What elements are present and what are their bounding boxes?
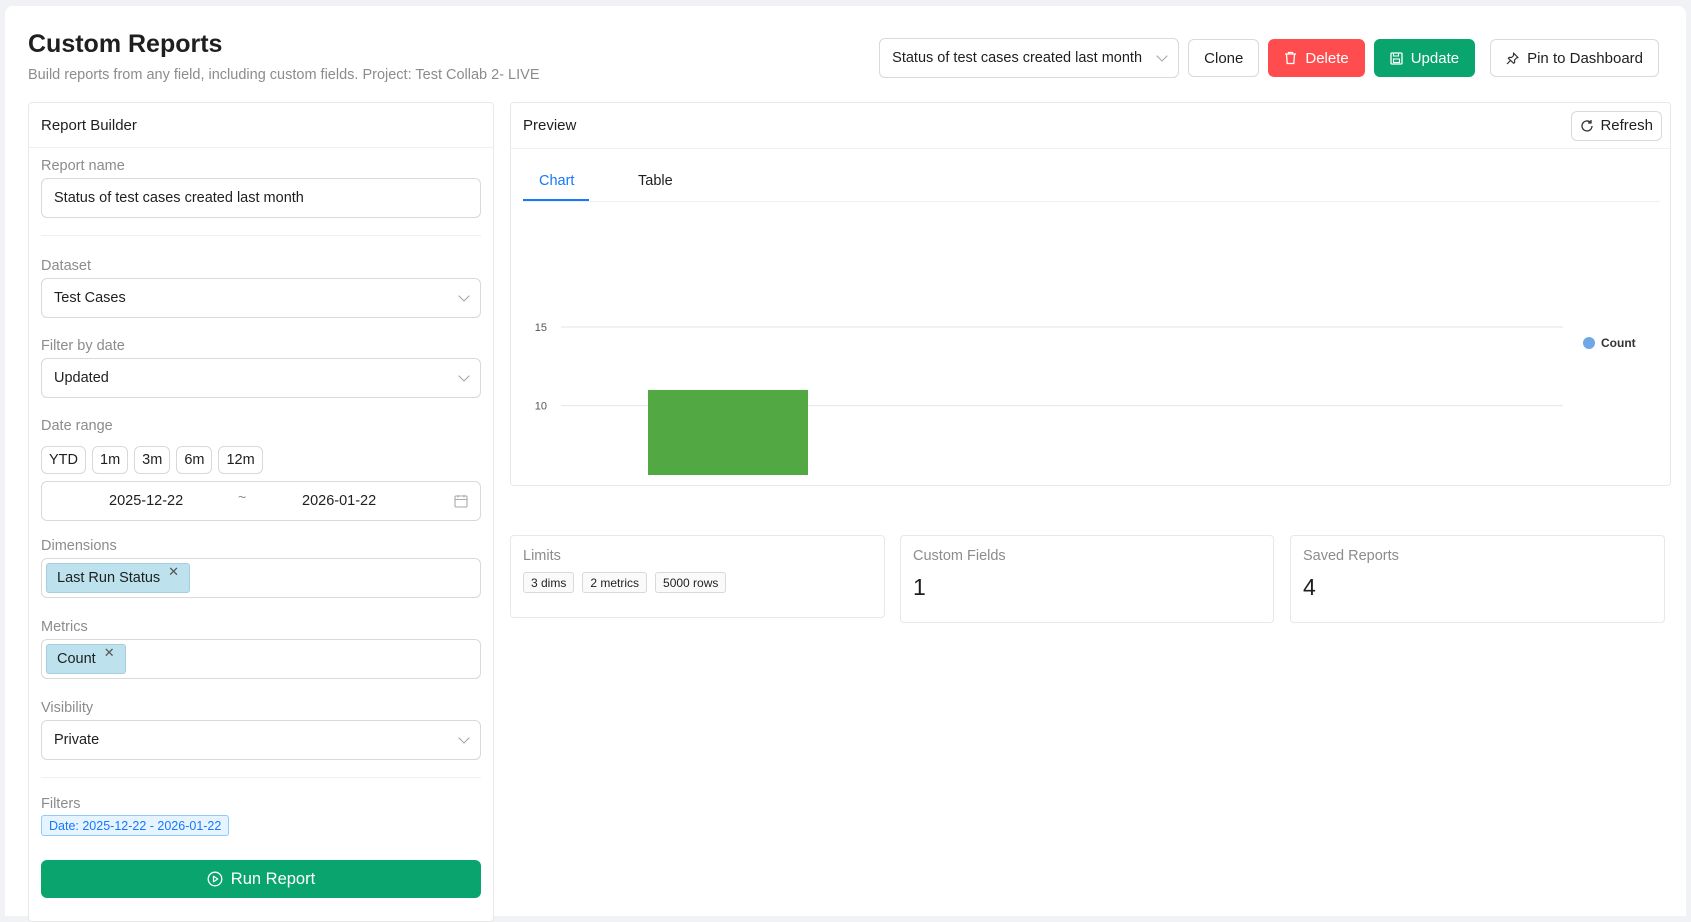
delete-label: Delete (1305, 49, 1349, 67)
run-report-button[interactable]: Run Report (41, 860, 481, 898)
chevron-down-icon (458, 370, 470, 382)
date-end[interactable]: 2026-01-22 (302, 493, 376, 509)
delete-button[interactable]: Delete (1268, 39, 1365, 77)
visibility-label: Visibility (41, 700, 94, 716)
page-title: Custom Reports (28, 30, 223, 58)
visibility-select[interactable]: Private (41, 720, 481, 760)
custom-fields-value: 1 (913, 574, 926, 600)
limit-tag: 5000 rows (655, 572, 727, 593)
dimensions-label: Dimensions (41, 538, 117, 554)
refresh-icon (1581, 119, 1594, 132)
limits-row: 3 dims 2 metrics 5000 rows (523, 572, 872, 593)
report-builder-heading: Report Builder (29, 103, 493, 148)
preview-panel: Preview Refresh Chart Table 051015passed… (510, 102, 1671, 486)
chevron-down-icon (1156, 50, 1168, 62)
play-circle-icon (207, 871, 223, 887)
custom-fields-card: Custom Fields 1 (900, 535, 1274, 623)
clone-button[interactable]: Clone (1188, 39, 1260, 77)
clone-label: Clone (1204, 49, 1244, 67)
dimensions-select[interactable]: Last Run Status ✕ (41, 558, 481, 598)
dataset-label: Dataset (41, 258, 91, 274)
pin-to-dashboard-button[interactable]: Pin to Dashboard (1490, 39, 1659, 77)
preview-tabs: Chart Table (523, 160, 1660, 202)
metrics-label: Metrics (41, 619, 88, 635)
refresh-button[interactable]: Refresh (1571, 110, 1662, 141)
date-range-presets: YTD 1m 3m 6m 12m (41, 446, 263, 474)
chevron-down-icon (458, 732, 470, 744)
report-builder-panel: Report Builder Report name Status of tes… (28, 102, 494, 922)
range-1m-button[interactable]: 1m (92, 446, 129, 474)
update-label: Update (1410, 49, 1460, 67)
legend-dot (1583, 337, 1595, 349)
saved-reports-card: Saved Reports 4 (1290, 535, 1665, 623)
metric-tag-label: Count (57, 651, 96, 667)
bar-chart: 051015passedfailedunexecutedCount (535, 322, 1636, 475)
limit-tag: 2 metrics (582, 572, 648, 593)
preview-heading: Preview (523, 117, 577, 134)
range-3m-button[interactable]: 3m (134, 446, 171, 474)
date-separator: ~ (238, 489, 247, 505)
refresh-label: Refresh (1600, 117, 1653, 134)
divider (41, 777, 481, 778)
close-icon[interactable]: ✕ (168, 564, 179, 580)
page-subtitle: Build reports from any field, including … (28, 67, 540, 83)
close-icon[interactable]: ✕ (104, 645, 115, 661)
date-range-label: Date range (41, 418, 113, 434)
date-filter-chip[interactable]: Date: 2025-12-22 - 2026-01-22 (41, 815, 230, 836)
report-name-label: Report name (41, 158, 125, 174)
legend-label: Count (1601, 336, 1636, 350)
calendar-icon (454, 495, 468, 508)
chevron-down-icon (458, 290, 470, 302)
pin-label: Pin to Dashboard (1527, 49, 1643, 67)
y-tick-label: 15 (535, 322, 547, 334)
pin-icon (1506, 51, 1519, 64)
y-tick-label: 10 (535, 401, 547, 413)
filters-label: Filters (41, 796, 81, 812)
tab-chart[interactable]: Chart (539, 160, 574, 202)
filter-by-date-select[interactable]: Updated (41, 358, 481, 398)
filter-by-date-value: Updated (54, 370, 109, 386)
page: Custom Reports Build reports from any fi… (5, 6, 1686, 922)
run-report-label: Run Report (230, 869, 316, 888)
range-12m-button[interactable]: 12m (218, 446, 263, 474)
dimension-tag: Last Run Status ✕ (46, 563, 191, 593)
visibility-value: Private (54, 732, 100, 748)
limits-title: Limits (523, 548, 561, 564)
dataset-value: Test Cases (54, 290, 126, 306)
save-icon (1390, 51, 1403, 65)
report-name-value: Status of test cases created last month (54, 190, 304, 206)
tab-table[interactable]: Table (638, 160, 673, 202)
custom-fields-title: Custom Fields (913, 548, 1006, 564)
metrics-select[interactable]: Count ✕ (41, 639, 481, 679)
metric-tag: Count ✕ (46, 644, 126, 674)
dimension-tag-label: Last Run Status (57, 570, 161, 586)
dataset-select[interactable]: Test Cases (41, 278, 481, 318)
report-name-input[interactable]: Status of test cases created last month (41, 178, 481, 218)
divider (41, 235, 481, 236)
saved-reports-title: Saved Reports (1303, 548, 1399, 564)
limits-card: Limits 3 dims 2 metrics 5000 rows (510, 535, 885, 618)
date-start[interactable]: 2025-12-22 (109, 493, 183, 509)
filter-by-date-label: Filter by date (41, 338, 125, 354)
bar-passed (648, 389, 808, 475)
trash-icon (1285, 51, 1297, 65)
active-tab-indicator (523, 199, 589, 201)
date-range-picker[interactable]: 2025-12-22 ~ 2026-01-22 (41, 481, 481, 521)
update-button[interactable]: Update (1373, 39, 1476, 77)
limit-tag: 3 dims (523, 572, 575, 593)
range-ytd-button[interactable]: YTD (41, 446, 86, 474)
toolbar: Status of test cases created last month … (879, 38, 1659, 78)
report-select[interactable]: Status of test cases created last month (879, 38, 1180, 78)
saved-reports-value: 4 (1303, 574, 1316, 600)
preview-header: Preview Refresh (511, 103, 1670, 149)
report-select-value: Status of test cases created last month (892, 50, 1143, 66)
range-6m-button[interactable]: 6m (176, 446, 213, 474)
